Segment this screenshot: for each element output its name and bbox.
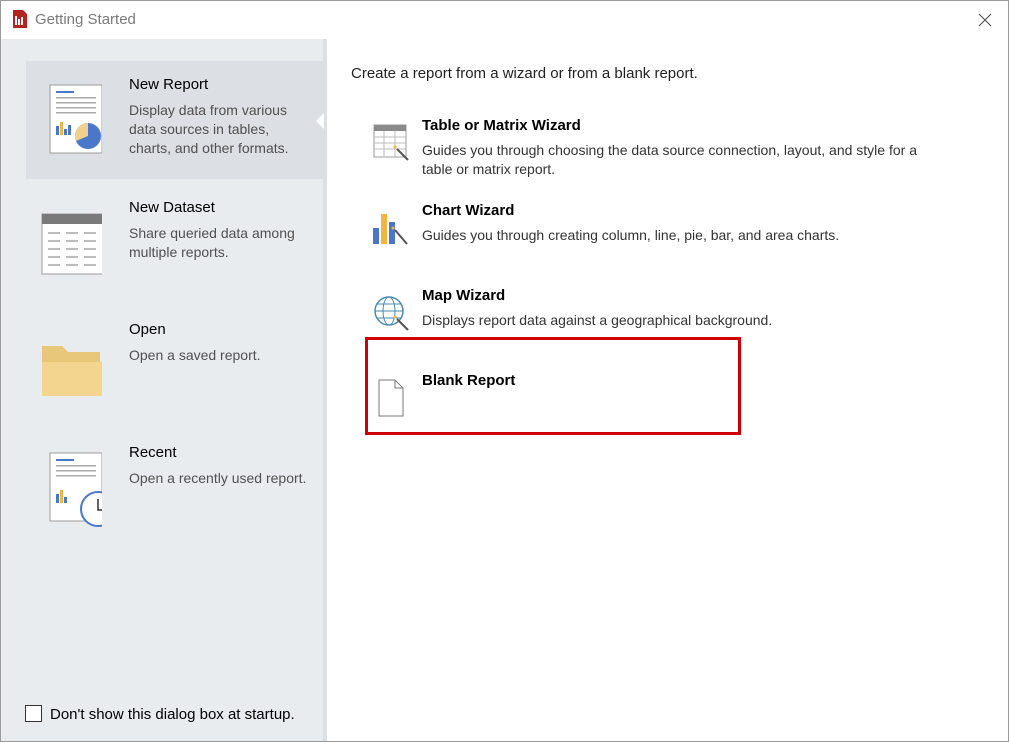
option-title: Map Wizard [422,287,506,304]
option-table-matrix-wizard[interactable]: Table or Matrix Wizard Guides you throug… [367,117,967,187]
nav-title: Open [129,321,166,338]
checkbox-box[interactable] [25,705,42,722]
nav-item-recent[interactable]: Recent Open a recently used report. [26,429,323,547]
nav-item-open[interactable]: Open Open a saved report. [26,306,323,424]
nav-description: Open a recently used report. [129,470,307,486]
getting-started-dialog: Getting Started New Report Display data … [0,0,1009,742]
main-content-pane: Create a report from a wizard or from a … [327,39,1008,741]
nav-title: New Report [129,76,209,93]
left-nav-pane: New Report Display data from various dat… [1,39,327,741]
option-description: Displays report data against a geographi… [422,312,773,328]
nav-title: New Dataset [129,199,215,216]
close-icon [978,13,992,27]
nav-item-new-report[interactable]: New Report Display data from various dat… [26,61,324,179]
option-title: Chart Wizard [422,202,515,219]
title-bar: Getting Started [1,1,1008,39]
option-chart-wizard[interactable]: Chart Wizard Guides you through creating… [367,202,967,272]
recent-report-icon [49,452,102,527]
dataset-icon [41,213,102,275]
close-button[interactable] [962,1,1008,39]
globe-wizard-icon [374,296,409,331]
chart-wizard-icon [373,214,408,245]
new-report-icon [49,84,102,154]
option-description: Guides you through choosing the data sou… [422,142,917,177]
option-description: Guides you through creating column, line… [422,227,840,243]
checkbox-label: Don't show this dialog box at startup. [50,706,295,723]
table-wizard-icon [373,124,409,161]
intro-text: Create a report from a wizard or from a … [351,65,698,82]
report-builder-app-icon [12,10,28,28]
dont-show-at-startup-checkbox[interactable]: Don't show this dialog box at startup. [25,705,295,723]
nav-description: Open a saved report. [129,347,261,363]
selection-arrow [316,113,324,129]
window-title: Getting Started [35,11,136,28]
folder-icon [42,346,102,396]
nav-description: Share queried data among multiple report… [129,225,295,260]
highlight-annotation-box [365,337,741,435]
option-title: Table or Matrix Wizard [422,117,581,134]
nav-item-new-dataset[interactable]: New Dataset Share queried data among mul… [26,184,323,302]
nav-title: Recent [129,444,177,461]
nav-description: Display data from various data sources i… [129,102,289,156]
